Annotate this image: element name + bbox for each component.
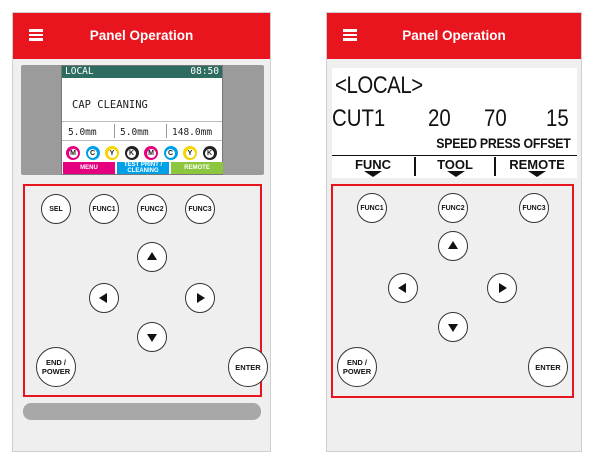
func2-button[interactable]: FUNC2	[137, 194, 167, 224]
right-button[interactable]	[185, 283, 215, 313]
fn-label-func: FUNC	[354, 157, 392, 172]
lcd-parameter-labels: SPEED PRESS OFFSET	[436, 135, 571, 151]
control-pad-highlight: SEL FUNC1 FUNC2 FUNC3 END / POWER ENTER	[23, 184, 268, 397]
ink-slot: K	[202, 146, 217, 160]
lcd-message: CAP CLEANING	[72, 99, 148, 111]
fn-label-remote: REMOTE	[171, 162, 223, 174]
end-power-button[interactable]: END / POWER	[337, 347, 377, 387]
app-header: Panel Operation	[13, 13, 270, 59]
down-button[interactable]	[137, 322, 167, 352]
arrow-left-icon	[99, 293, 107, 303]
lcd-divider	[332, 155, 577, 156]
func2-button[interactable]: FUNC2	[438, 193, 468, 223]
arrow-down-icon	[147, 334, 157, 342]
ink-slot: M	[144, 146, 158, 160]
enter-button[interactable]: ENTER	[228, 347, 268, 387]
fn-label-menu: MENU	[63, 162, 115, 174]
lcd-value: 5.0mm	[120, 127, 149, 138]
panel-operation-screen-1: Panel Operation LOCAL 08:50 CAP CLEANING…	[12, 12, 271, 452]
func3-button[interactable]: FUNC3	[185, 194, 215, 224]
app-header: Panel Operation	[327, 13, 581, 59]
fn-label-remote: REMOTE	[509, 157, 565, 172]
arrow-up-icon	[147, 252, 157, 260]
ink-letter: M	[68, 148, 78, 158]
arrow-up-icon	[448, 241, 458, 249]
ink-letter: C	[166, 148, 175, 158]
ink-letter: Y	[107, 148, 117, 158]
ink-slot: C	[163, 146, 178, 160]
func3-button[interactable]: FUNC3	[519, 193, 549, 223]
ink-letter: Y	[185, 148, 195, 158]
left-button[interactable]	[89, 283, 119, 313]
enter-button[interactable]: ENTER	[528, 347, 568, 387]
lcd-status-bar: LOCAL 08:50	[62, 66, 222, 78]
fn-pointer-icon	[528, 171, 546, 177]
arrow-down-icon	[448, 324, 458, 332]
ink-slot: K	[124, 146, 139, 160]
ink-slot: M	[66, 146, 80, 160]
ink-letter: C	[88, 148, 97, 158]
down-button[interactable]	[438, 312, 468, 342]
func1-button[interactable]: FUNC1	[89, 194, 119, 224]
lcd-display: LOCAL 08:50 CAP CLEANING 5.0mm 5.0mm 148…	[61, 65, 223, 175]
sel-button[interactable]: SEL	[41, 194, 71, 224]
lcd-time: 08:50	[190, 66, 219, 77]
up-button[interactable]	[137, 242, 167, 272]
lcd-value: 148.0mm	[172, 127, 213, 138]
ink-slot: Y	[105, 146, 119, 160]
fn-label-test-print: TEST PRINT / CLEANING	[117, 162, 169, 174]
lcd-title: <LOCAL>	[335, 72, 423, 99]
left-button[interactable]	[388, 273, 418, 303]
ink-slot: Y	[183, 146, 197, 160]
header-title: Panel Operation	[89, 28, 194, 43]
arrow-right-icon	[197, 293, 205, 303]
lcd-press-value: 70	[484, 105, 507, 132]
ink-letter: K	[205, 148, 214, 158]
horizontal-scrollbar[interactable]	[23, 403, 261, 420]
fn-pointer-icon	[364, 171, 382, 177]
end-power-button[interactable]: END / POWER	[36, 347, 76, 387]
lcd-value: 5.0mm	[68, 127, 97, 138]
ink-slot: C	[85, 146, 100, 160]
lcd-offset-value: 15	[546, 105, 569, 132]
lcd-display: <LOCAL> CUT1 20 70 15 SPEED PRESS OFFSET…	[332, 68, 577, 178]
up-button[interactable]	[438, 231, 468, 261]
fn-pointer-icon	[447, 171, 465, 177]
lcd-values: 5.0mm 5.0mm 148.0mm	[62, 121, 222, 141]
arrow-left-icon	[398, 283, 406, 293]
ink-letter: M	[146, 148, 156, 158]
control-pad-highlight: FUNC1 FUNC2 FUNC3 END / POWER ENTER	[331, 184, 574, 398]
lcd-speed-value: 20	[428, 105, 451, 132]
right-button[interactable]	[487, 273, 517, 303]
lcd-function-labels: MENU TEST PRINT / CLEANING REMOTE	[62, 162, 223, 174]
lcd-mode: LOCAL	[65, 66, 94, 77]
func1-button[interactable]: FUNC1	[357, 193, 387, 223]
fn-label-tool: TOOL	[437, 157, 473, 172]
arrow-right-icon	[499, 283, 507, 293]
panel-operation-screen-2: Panel Operation <LOCAL> CUT1 20 70 15 SP…	[326, 12, 582, 452]
lcd-tool-name: CUT1	[332, 105, 386, 132]
ink-letter: K	[127, 148, 136, 158]
header-title: Panel Operation	[402, 28, 506, 43]
